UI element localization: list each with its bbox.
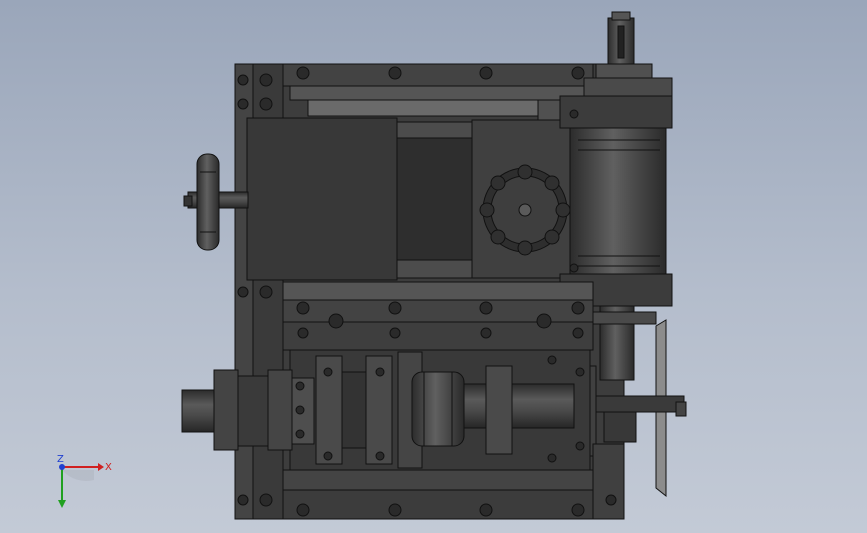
drive-collar [485, 365, 513, 455]
machine-model-top-view[interactable] [0, 0, 867, 533]
motor-body [181, 389, 215, 433]
carriage-slot [396, 137, 473, 261]
axis-triad: X Z [57, 454, 112, 508]
top-shaft-cap [611, 11, 631, 21]
handwheel-hub [183, 195, 193, 207]
top-guide [307, 99, 541, 117]
blade-arm-tip [675, 401, 687, 417]
right-bottom-block [592, 443, 625, 520]
top-shaft-key [617, 25, 625, 59]
lower-shaft-collar [591, 311, 657, 325]
carriage-slide-lower [396, 259, 473, 279]
triad-shadow [62, 470, 94, 481]
bottom-rail [282, 489, 625, 520]
gear-wheel [479, 164, 571, 256]
roller-collar [583, 77, 673, 97]
blade-hub [603, 411, 637, 443]
top-rail [282, 63, 594, 87]
motor-mount [267, 369, 293, 451]
motor-flange [213, 369, 239, 451]
handwheel-rim [196, 153, 220, 251]
carriage-slide [396, 121, 473, 139]
roller-top-ring [595, 63, 653, 79]
mid-rail-top [282, 281, 594, 301]
cad-viewport[interactable]: X Z [0, 0, 867, 533]
coupling [411, 371, 465, 447]
z-axis-label: Z [57, 454, 64, 465]
x-axis-label: X [105, 462, 112, 473]
carriage-block [246, 117, 398, 281]
motor-coupler [237, 375, 269, 447]
top-rail-strip [289, 85, 591, 101]
bottom-rail-top [282, 469, 594, 491]
bearing-housing [341, 371, 367, 449]
drive-shaft [463, 383, 575, 429]
